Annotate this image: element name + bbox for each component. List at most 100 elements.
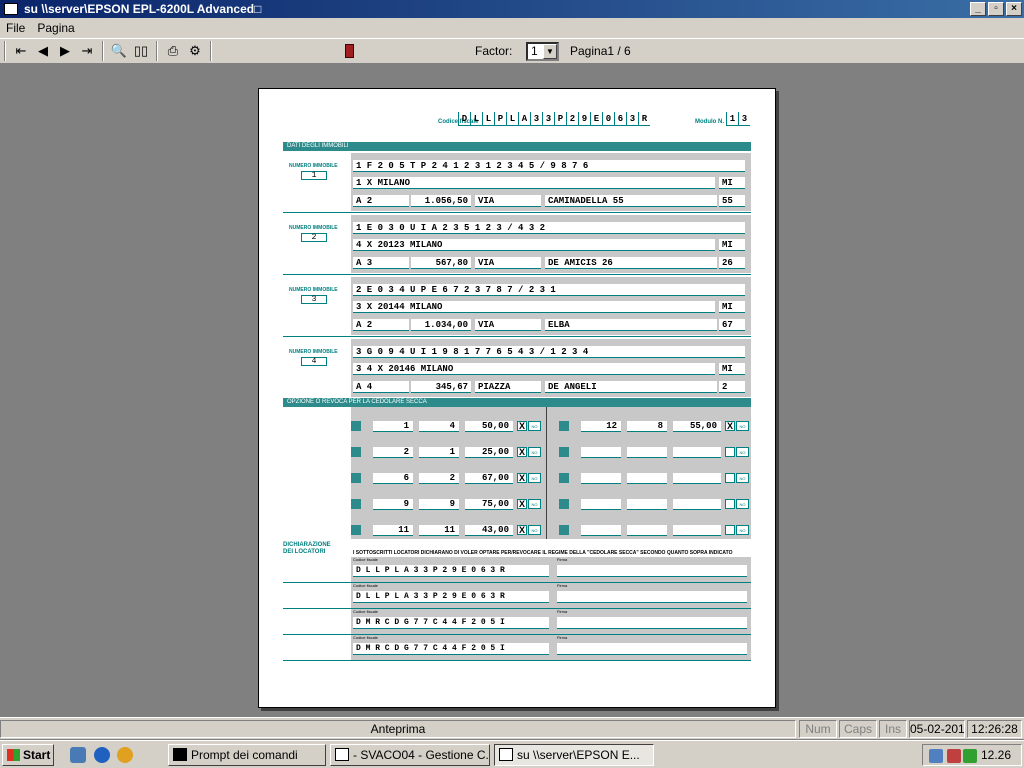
immobile-provincia: MI xyxy=(719,177,745,189)
locatore-codice-fiscale: D M R C D G 7 7 C 4 4 F 2 0 5 I xyxy=(353,643,549,655)
locatore-firma[interactable] xyxy=(557,591,747,603)
cf-field-label: Codice fiscale xyxy=(353,557,378,562)
opzione-row-marker xyxy=(351,499,361,509)
opzione-percentuale: 67,00 xyxy=(465,473,513,484)
immobile-fields: 2 E 0 3 4 U P E 6 7 2 3 7 8 7 / 2 3 1 3 X… xyxy=(351,277,751,335)
opzione-checkbox[interactable] xyxy=(725,447,735,457)
opzione-no-box[interactable]: NO xyxy=(736,499,749,509)
tax-form: Codice fiscale DLLPLA33P29E063R Modulo N… xyxy=(283,109,751,699)
next-page-icon[interactable]: ▶ xyxy=(54,40,76,62)
row-divider xyxy=(283,212,751,213)
opzione-no-box[interactable]: NO xyxy=(736,473,749,483)
immobile-codes-line: 1 F 2 0 5 T P 2 4 1 2 3 1 2 3 4 5 / 9 8 … xyxy=(353,160,745,172)
opzione-checkbox[interactable] xyxy=(725,499,735,509)
toolbar-separator xyxy=(102,41,104,61)
close-button[interactable]: × xyxy=(1006,2,1022,16)
print-preview-page[interactable]: Codice fiscale DLLPLA33P29E063R Modulo N… xyxy=(258,88,776,708)
opzione-checkbox[interactable] xyxy=(725,525,735,535)
opzione-n-locatore: 1 xyxy=(419,447,459,458)
opzione-percentuale xyxy=(673,473,721,484)
opzione-percentuale: 55,00 xyxy=(673,421,721,432)
opzione-checkbox[interactable]: X xyxy=(517,473,527,483)
exit-door-icon[interactable] xyxy=(338,40,360,62)
immobile-tipo: VIA xyxy=(475,195,541,207)
opzione-n-locatore: 11 xyxy=(419,525,459,536)
task-epson-preview[interactable]: su \\server\EPSON E... xyxy=(494,744,654,766)
menu-pagina[interactable]: Pagina xyxy=(31,21,80,35)
prev-page-icon[interactable]: ◀ xyxy=(32,40,54,62)
opzione-no-box[interactable]: NO xyxy=(528,421,541,431)
status-num: Num xyxy=(799,720,837,738)
immobile-categoria: A 3 xyxy=(353,257,409,269)
internet-explorer-icon[interactable] xyxy=(94,747,110,763)
opzione-n-locatore xyxy=(627,447,667,458)
locatore-row: Codice fiscale D L L P L A 3 3 P 2 9 E 0 … xyxy=(351,557,751,582)
opzione-row-marker xyxy=(351,473,361,483)
cf-char: 9 xyxy=(578,112,590,126)
first-page-icon[interactable]: ⇤ xyxy=(10,40,32,62)
cf-char: 3 xyxy=(530,112,542,126)
minimize-button[interactable]: _ xyxy=(970,2,986,16)
cf-char: L xyxy=(506,112,518,126)
opzione-checkbox[interactable]: X xyxy=(517,447,527,457)
immobile-provincia: MI xyxy=(719,301,745,313)
locatore-firma[interactable] xyxy=(557,565,747,577)
immobile-comune-line: 3 X 20144 MILANO xyxy=(353,301,715,313)
immobile-categoria: A 4 xyxy=(353,381,409,393)
start-button[interactable]: Start xyxy=(2,744,54,766)
printer-setup-icon[interactable]: ⚙ xyxy=(184,40,206,62)
two-pages-icon[interactable]: ▯▯ xyxy=(130,40,152,62)
locatore-codice-fiscale: D L L P L A 3 3 P 2 9 E 0 6 3 R xyxy=(353,591,549,603)
opzione-no-box[interactable]: NO xyxy=(528,447,541,457)
chevron-down-icon[interactable]: ▼ xyxy=(543,44,557,59)
locatore-firma[interactable] xyxy=(557,643,747,655)
antivirus-icon[interactable] xyxy=(947,749,961,763)
opzione-checkbox[interactable]: X xyxy=(517,421,527,431)
status-mode: Anteprima xyxy=(0,720,796,738)
status-ins: Ins xyxy=(879,720,907,738)
immobile-rendita: 345,67 xyxy=(411,381,471,393)
immobile-tipo: VIA xyxy=(475,319,541,331)
menu-file[interactable]: File xyxy=(0,21,31,35)
factor-select[interactable]: 1 ▼ xyxy=(526,42,559,61)
opzione-checkbox[interactable]: X xyxy=(517,525,527,535)
maximize-button[interactable]: ▫ xyxy=(988,2,1004,16)
media-player-icon[interactable] xyxy=(117,747,133,763)
cf-char: R xyxy=(638,112,650,126)
opzione-no-box[interactable]: NO xyxy=(736,447,749,457)
locatore-firma[interactable] xyxy=(557,617,747,629)
show-desktop-icon[interactable] xyxy=(70,747,86,763)
opzioni-table: 1 4 50,00 X NO 2 1 25,00 X NO 6 2 67,00 X NO 9 9 75,00 X NO… xyxy=(351,407,751,539)
cf-char: 2 xyxy=(566,112,578,126)
window-titlebar[interactable]: su \\server\EPSON EPL-6200L Advanced□ _ … xyxy=(0,0,1024,18)
zoom-icon[interactable]: 🔍 xyxy=(108,40,130,62)
section-immobili-band: DATI DEGLI IMMOBILI xyxy=(283,142,751,151)
opzione-no-box[interactable]: NO xyxy=(528,499,541,509)
opzione-percentuale: 75,00 xyxy=(465,499,513,510)
cf-char: P xyxy=(554,112,566,126)
locatore-row: Codice fiscale D M R C D G 7 7 C 4 4 F 2 … xyxy=(351,635,751,660)
task-label: - SVACO04 - Gestione C... xyxy=(353,748,490,762)
network-icon[interactable] xyxy=(929,749,943,763)
last-page-icon[interactable]: ⇥ xyxy=(76,40,98,62)
task-prompt[interactable]: Prompt dei comandi xyxy=(168,744,326,766)
windows-logo-icon xyxy=(7,749,20,761)
opzione-no-box[interactable]: NO xyxy=(736,525,749,535)
task-svaco[interactable]: - SVACO04 - Gestione C... xyxy=(330,744,490,766)
print-icon[interactable]: ⎙ xyxy=(162,40,184,62)
cf-field-label: Codice fiscale xyxy=(353,635,378,640)
opzione-checkbox[interactable] xyxy=(725,473,735,483)
opzione-no-box[interactable]: NO xyxy=(528,473,541,483)
opzione-row-marker xyxy=(559,525,569,535)
opzione-checkbox[interactable]: X xyxy=(725,421,735,431)
cf-char: D xyxy=(458,112,470,126)
opzione-checkbox[interactable]: X xyxy=(517,499,527,509)
opzione-n-immobile xyxy=(581,473,621,484)
console-icon xyxy=(173,748,187,761)
opzione-no-box[interactable]: NO xyxy=(736,421,749,431)
opzione-no-box[interactable]: NO xyxy=(528,525,541,535)
cf-char: 3 xyxy=(542,112,554,126)
cf-field-label: Codice fiscale xyxy=(353,609,378,614)
row-divider xyxy=(283,274,751,275)
security-icon[interactable] xyxy=(963,749,977,763)
